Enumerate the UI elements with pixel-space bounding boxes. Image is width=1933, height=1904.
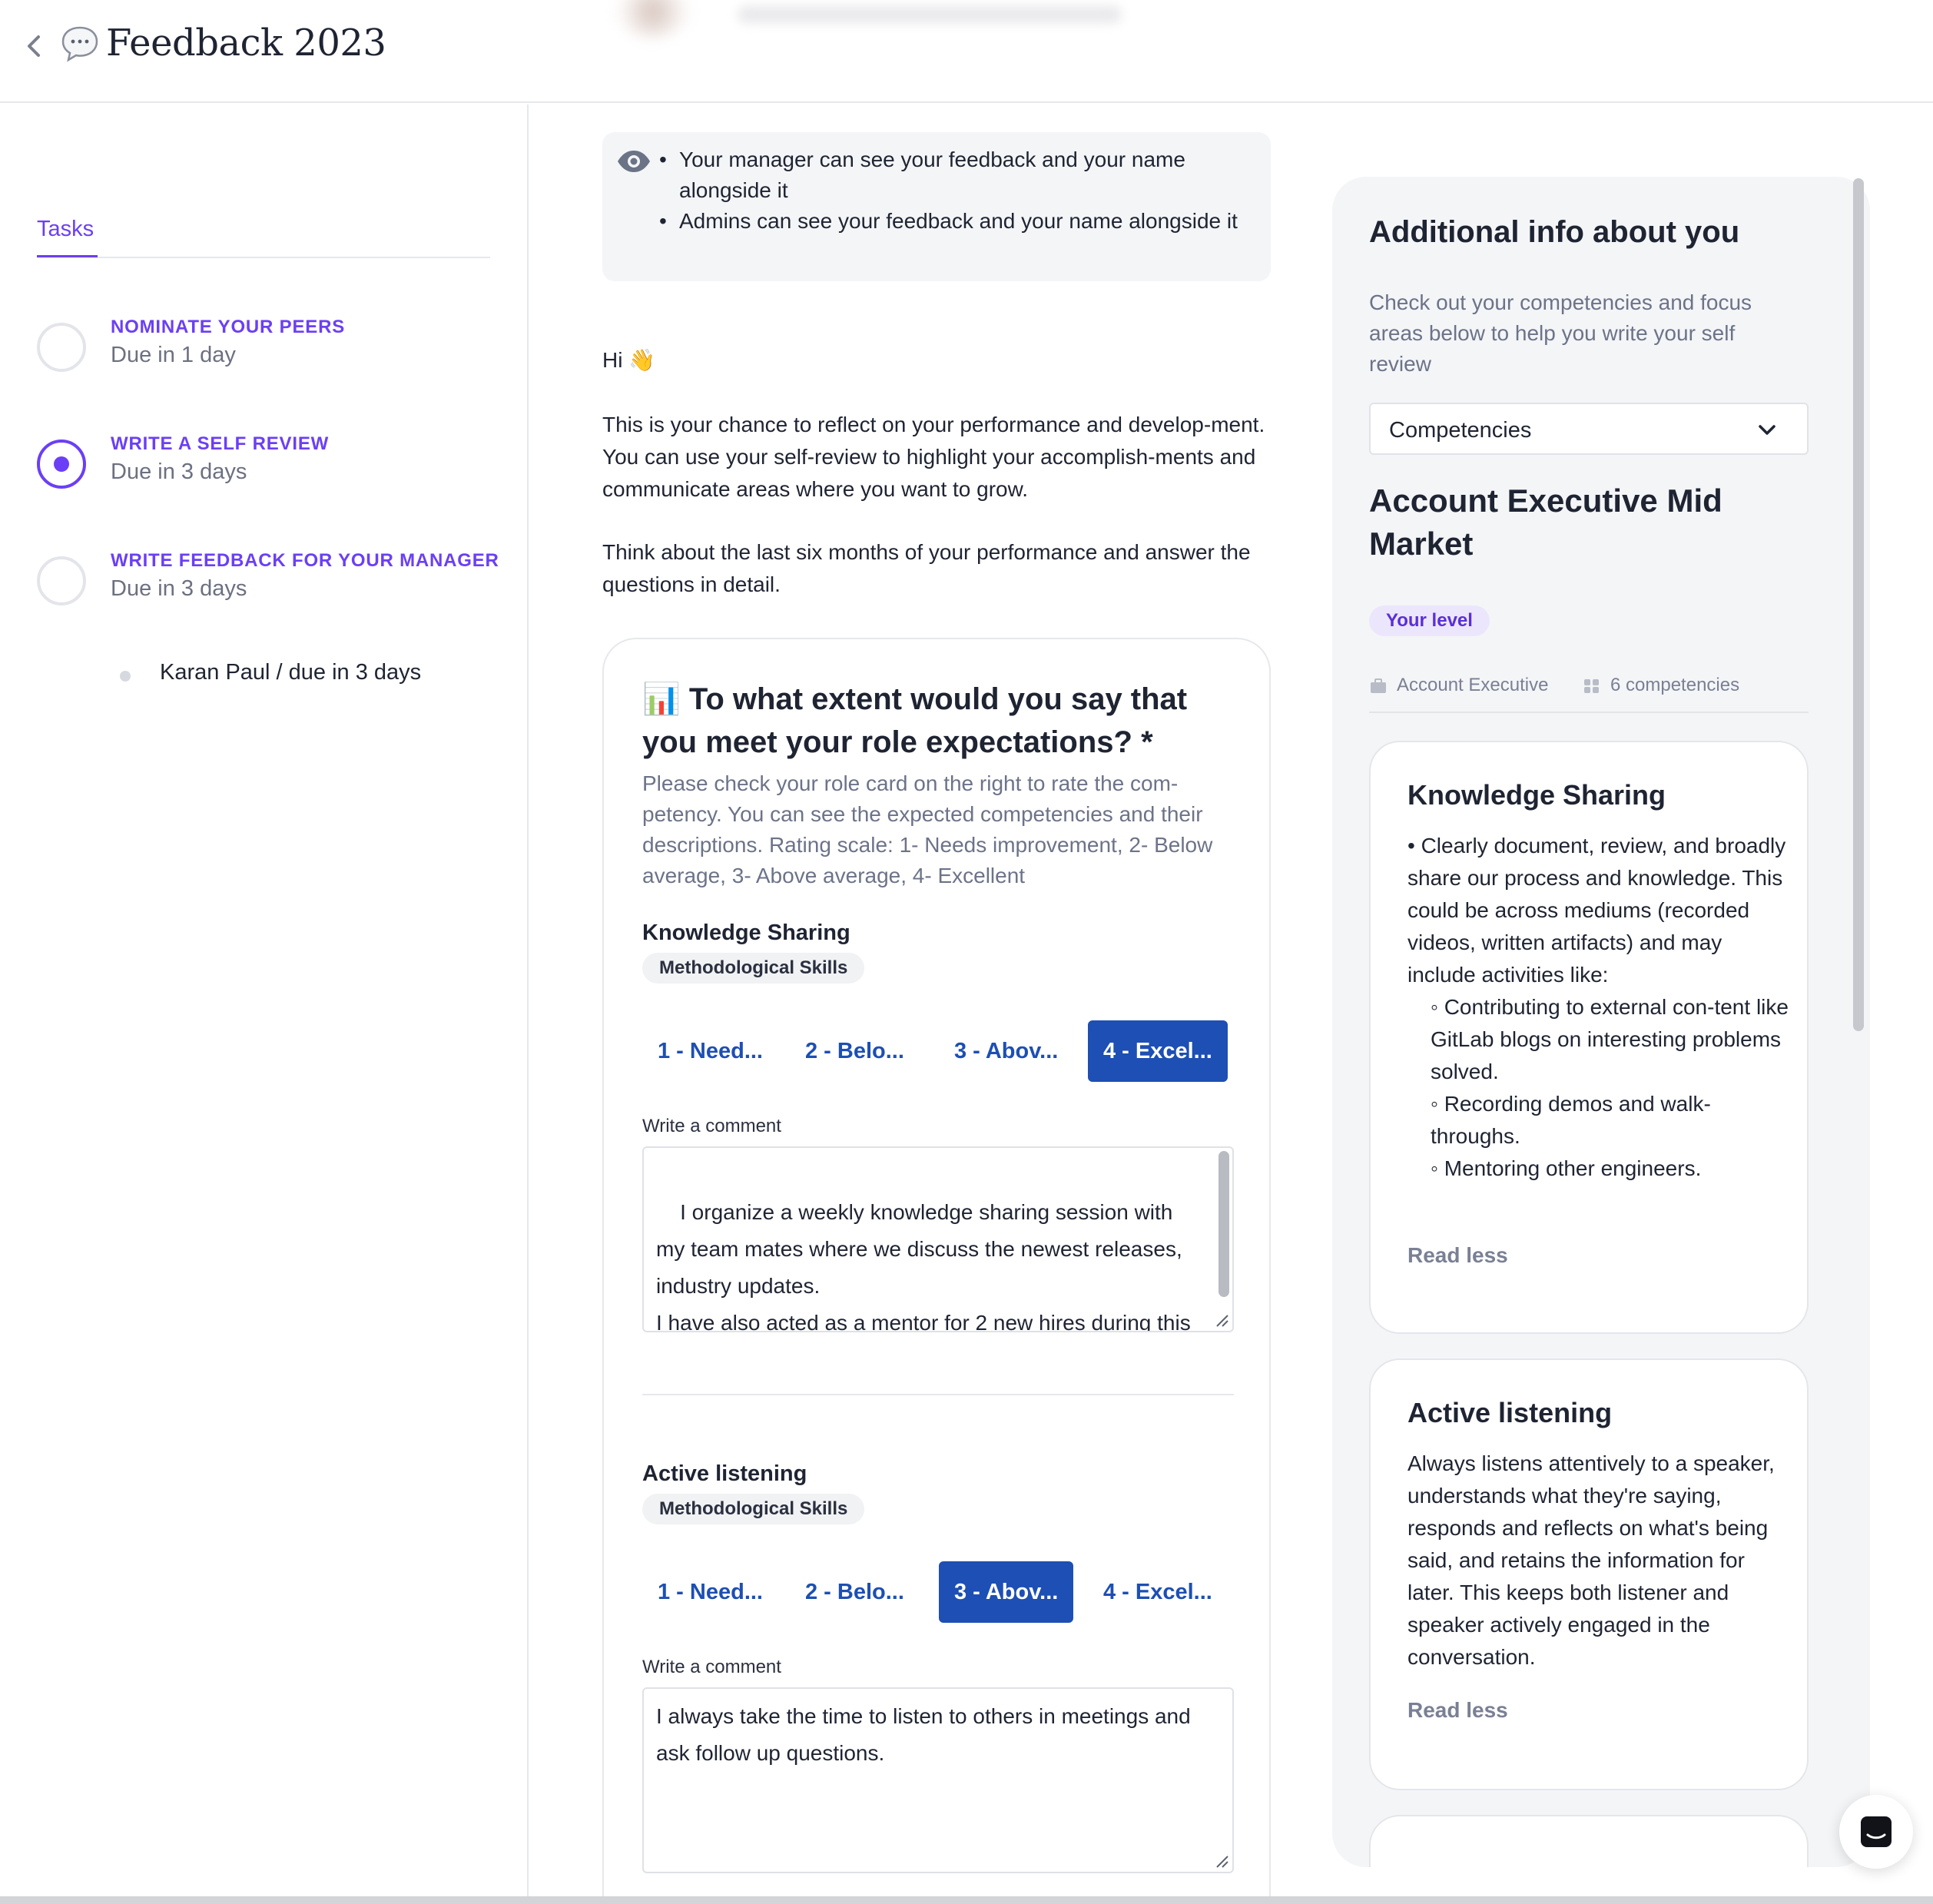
task-due: Due in 3 days	[111, 459, 247, 484]
rating-option-3-selected[interactable]: 3 - Abov...	[939, 1561, 1074, 1623]
additional-info-panel: Additional info about you Check out your…	[1332, 177, 1870, 1867]
subtask-label: Karan Paul / due in 3 days	[160, 660, 422, 685]
card-line: Always listens attentively to a speaker,…	[1407, 1451, 1775, 1669]
card-title: Active listening	[1407, 1397, 1613, 1428]
comment-textarea[interactable]: I organize a weekly knowledge sharing se…	[642, 1146, 1234, 1332]
resize-grip-icon[interactable]	[1212, 1311, 1229, 1328]
competency-tag: Methodological Skills	[642, 953, 865, 984]
rating-group: 1 - Need... 2 - Belo... 3 - Abov... 4 - …	[642, 1020, 1234, 1082]
resize-grip-icon[interactable]	[1212, 1852, 1229, 1869]
comment-label: Write a comment	[642, 1657, 781, 1677]
question-title: 📊 To what extent would you say that you …	[642, 682, 1188, 759]
meta-role: Account Executive	[1369, 675, 1548, 696]
task-status-circle	[37, 556, 86, 605]
task-label: NOMINATE YOUR PEERS	[111, 317, 346, 337]
page-title: Feedback 2023	[106, 22, 386, 65]
card-line: ◦ Mentoring other engineers.	[1431, 1156, 1702, 1180]
intro-paragraph: Think about the last six months of your …	[602, 540, 1251, 596]
blurred-avatar	[615, 0, 691, 38]
section-divider	[642, 1394, 1234, 1395]
read-less-link[interactable]: Read less	[1407, 1698, 1508, 1723]
briefcase-icon	[1371, 678, 1386, 693]
task-due: Due in 1 day	[111, 343, 236, 367]
task-label: WRITE A SELF REVIEW	[111, 433, 330, 454]
panel-title: Additional info about you	[1369, 215, 1740, 249]
competency-tag: Methodological Skills	[642, 1494, 865, 1524]
select-value: Competencies	[1389, 418, 1532, 443]
intro-paragraph: This is your chance to reflect on your p…	[602, 413, 1265, 501]
read-less-link[interactable]: Read less	[1407, 1243, 1508, 1268]
task-label: WRITE FEEDBACK FOR YOUR MANAGER	[111, 550, 499, 571]
panel-scrollbar[interactable]	[1853, 178, 1864, 1031]
visibility-notice: Your manager can see your feedback and y…	[602, 132, 1271, 281]
visibility-item: Admins can see your feedback and your na…	[658, 206, 1257, 237]
rating-option-4[interactable]: 4 - Excel...	[1088, 1561, 1228, 1623]
card-body: • Clearly document, review, and broadly …	[1407, 830, 1792, 1185]
chat-launcher-button[interactable]	[1839, 1795, 1913, 1869]
rating-option-3[interactable]: 3 - Abov...	[939, 1020, 1073, 1082]
eye-icon	[618, 151, 650, 172]
card-body: Always listens attentively to a speaker,…	[1407, 1448, 1792, 1673]
question-card: 📊 To what extent would you say that you …	[602, 638, 1271, 1904]
comment-text: I organize a weekly knowledge sharing se…	[656, 1200, 1191, 1332]
visibility-item: Your manager can see your feedback and y…	[658, 144, 1257, 206]
card-line: ◦ Contributing to external con-tent like…	[1431, 995, 1789, 1083]
level-badge: Your level	[1369, 605, 1490, 636]
tab-tasks[interactable]: Tasks	[37, 217, 94, 242]
top-header: Feedback 2023	[0, 0, 1933, 103]
competency-name: Knowledge Sharing	[642, 920, 850, 945]
rating-option-1[interactable]: 1 - Need...	[642, 1561, 778, 1623]
window-bottom-edge	[0, 1896, 1933, 1904]
meta-count-label: 6 competencies	[1610, 675, 1740, 695]
comment-textarea[interactable]: I always take the time to listen to othe…	[642, 1687, 1234, 1873]
textarea-scrollbar[interactable]	[1218, 1151, 1229, 1297]
active-tab-indicator	[37, 255, 98, 257]
card-title: Knowledge Sharing	[1407, 779, 1666, 811]
comment-label: Write a comment	[642, 1116, 781, 1136]
rating-option-2[interactable]: 2 - Belo...	[790, 1020, 920, 1082]
greeting: Hi 👋	[602, 348, 656, 372]
rating-group: 1 - Need... 2 - Belo... 3 - Abov... 4 - …	[642, 1561, 1234, 1623]
meta-competency-count: 6 competencies	[1583, 675, 1739, 696]
task-due: Due in 3 days	[111, 576, 247, 601]
role-title: Account Executive Mid Market	[1369, 483, 1722, 562]
rating-option-2[interactable]: 2 - Belo...	[790, 1561, 920, 1623]
competency-card-active-listening: Active listening Always listens attentiv…	[1369, 1358, 1809, 1790]
tabs-divider	[37, 257, 490, 258]
card-line: ◦ Recording demos and walk-throughs.	[1431, 1092, 1711, 1148]
visibility-list: Your manager can see your feedback and y…	[658, 144, 1257, 237]
chevron-down-icon	[1759, 425, 1776, 435]
comment-text: I always take the time to listen to othe…	[656, 1704, 1191, 1765]
rating-option-1[interactable]: 1 - Need...	[642, 1020, 778, 1082]
meta-role-label: Account Executive	[1397, 675, 1549, 695]
role-meta: Account Executive 6 competencies	[1369, 675, 1809, 713]
rating-option-4-selected[interactable]: 4 - Excel...	[1088, 1020, 1228, 1082]
messenger-icon	[1861, 1816, 1892, 1847]
question-description: Please check your role card on the right…	[642, 771, 1213, 887]
grid-icon	[1584, 679, 1599, 693]
card-line: • Clearly document, review, and broadly …	[1407, 834, 1786, 987]
blurred-user-name	[738, 6, 1122, 23]
task-status-circle	[37, 323, 86, 372]
competency-card-knowledge-sharing: Knowledge Sharing • Clearly document, re…	[1369, 741, 1809, 1334]
competency-card-next	[1369, 1815, 1809, 1867]
competency-name: Active listening	[642, 1461, 807, 1486]
task-status-circle-active	[37, 440, 86, 489]
subtask-bullet	[120, 671, 131, 682]
tasks-sidebar: Tasks NOMINATE YOUR PEERS Due in 1 day W…	[0, 104, 529, 1904]
panel-description: Check out your competencies and focus ar…	[1369, 290, 1752, 376]
speech-bubble-icon	[61, 26, 98, 62]
back-chevron-icon[interactable]	[23, 32, 46, 60]
info-type-select[interactable]: Competencies	[1369, 403, 1809, 455]
